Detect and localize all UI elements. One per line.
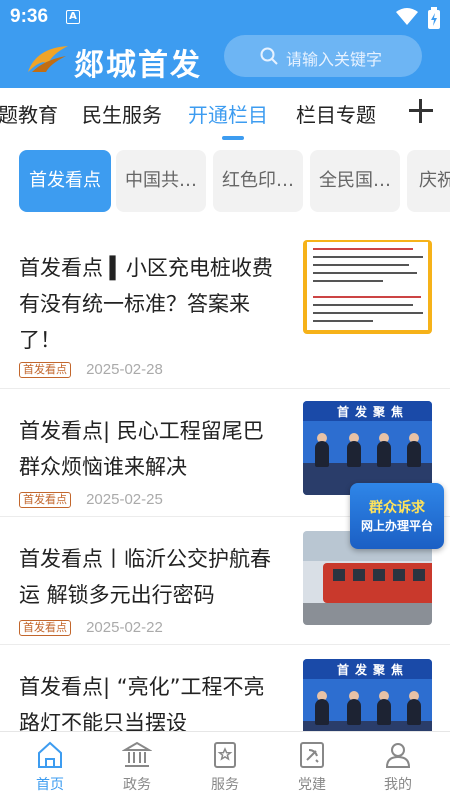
home-icon [38,741,62,768]
news-tag: 首发看点 [19,619,71,636]
news-title: 首发看点丨临沂公交护航春运 解锁多元出行密码 [19,547,271,607]
tab-column-topics[interactable]: 栏目专题 [296,99,376,128]
thumbnail-banner-text: 首发聚焦 [337,663,410,677]
news-thumbnail [303,240,432,334]
chip-national[interactable]: 全民国… [310,150,400,212]
battery-icon [428,7,440,29]
news-meta: 首发看点 2025-02-28 [19,359,163,378]
chip-red-imprint[interactable]: 红色印… [213,150,303,212]
status-bar: 9:36 A [0,0,450,34]
news-tag: 首发看点 [19,491,71,508]
nav-party-building[interactable]: 党建 [272,732,352,797]
tab-education[interactable]: 题教育 [0,99,58,128]
app-header: 9:36 A 郯城首发 请输入关键字 [0,0,450,88]
news-date: 2025-02-22 [86,619,163,636]
nav-label: 服务 [211,777,239,793]
wifi-icon [396,8,418,25]
user-icon [385,743,411,768]
chip-celebrate[interactable]: 庆祝 [407,150,450,212]
government-building-icon [122,741,152,767]
app-logo-icon [28,46,68,72]
news-meta: 首发看点 2025-02-25 [19,489,163,508]
nav-mine[interactable]: 我的 [358,732,438,797]
banner-line-2: 网上办理平台 [360,519,433,533]
nav-label: 首页 [36,777,64,793]
online-petition-banner[interactable]: 群众诉求 网上办理平台 [350,483,444,549]
thumbnail-banner-text: 首发聚焦 [337,405,410,419]
channel-tabs: 题教育 民生服务 开通栏目 栏目专题 [0,88,450,140]
nav-home[interactable]: 首页 [10,732,90,797]
active-tab-indicator [222,136,244,140]
status-time: 9:36 [10,6,49,27]
news-title: 首发看点 ▍小区充电桩收费有没有统一标准？答案来了！ [19,256,273,352]
chip-communist-party[interactable]: 中国共… [116,150,206,212]
news-date: 2025-02-28 [86,361,163,378]
nav-label: 政务 [123,777,151,793]
nav-services[interactable]: 服务 [185,732,265,797]
news-date: 2025-02-25 [86,491,163,508]
subcategory-chips: 首发看点 中国共… 红色印… 全民国… 庆祝 [0,150,450,212]
notification-icon: A [66,10,80,24]
news-title: 首发看点| 民心工程留尾巴 群众烦恼谁来解决 [19,419,264,479]
news-item[interactable]: 首发看点| “亮化”工程不亮 路灯不能只当摆设 首发聚焦 [0,645,450,753]
news-tag: 首发看点 [19,361,71,378]
party-emblem-icon [300,742,324,768]
app-title: 郯城首发 [74,48,202,83]
tab-opened-columns[interactable]: 开通栏目 [188,99,268,128]
chip-shoufa-kandian[interactable]: 首发看点 [19,150,111,212]
tab-livelihood-services[interactable]: 民生服务 [82,99,162,128]
service-bookmark-icon [214,742,236,768]
bottom-nav: 首页 政务 服务 党建 我的 [0,731,450,797]
news-item[interactable]: 首发看点 ▍小区充电桩收费有没有统一标准？答案来了！ 首发看点 2025-02-… [0,228,450,389]
add-channel-icon[interactable] [408,98,434,124]
document-paper [307,242,428,330]
search-placeholder: 请输入关键字 [286,50,383,69]
nav-label: 我的 [384,777,412,793]
news-meta: 首发看点 2025-02-22 [19,617,163,636]
search-icon [260,47,278,65]
news-thumbnail: 首发聚焦 [303,401,432,495]
nav-label: 党建 [298,777,326,793]
banner-line-1: 群众诉求 [369,500,425,516]
nav-government[interactable]: 政务 [97,732,177,797]
search-input[interactable]: 请输入关键字 [224,35,422,77]
